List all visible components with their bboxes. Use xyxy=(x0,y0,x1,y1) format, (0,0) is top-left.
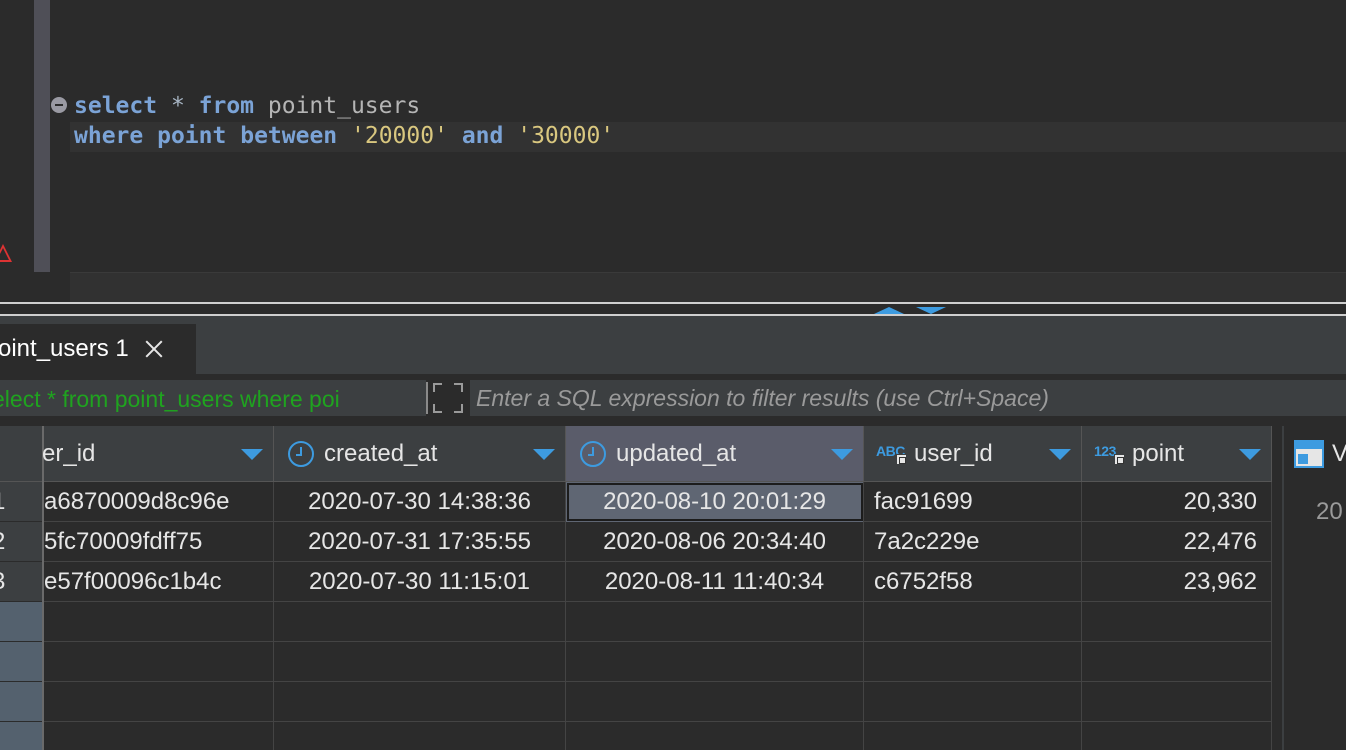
column-header-label: updated_at xyxy=(616,439,737,467)
grid-line xyxy=(565,482,566,750)
filter-bar: elect * from point_users where poi xyxy=(0,374,1346,422)
column-header-label: user_id xyxy=(914,439,993,467)
table-row[interactable]: e57f00096c1b4c 2020-07-30 11:15:01 2020-… xyxy=(44,562,1272,602)
row-number-header[interactable] xyxy=(0,426,42,482)
row-number-empty xyxy=(0,682,42,722)
cell-point[interactable]: 22,476 xyxy=(1082,522,1272,562)
column-header-label: er_id xyxy=(42,439,96,467)
column-identifier: point xyxy=(157,123,227,149)
empty-row xyxy=(44,642,1272,682)
sort-dropdown-icon[interactable] xyxy=(241,449,263,460)
value-panel-title: V xyxy=(1332,440,1346,467)
grid-line xyxy=(863,482,864,750)
keyword: where xyxy=(74,123,144,149)
cell-user-id[interactable]: c6752f58 xyxy=(864,562,1082,602)
cell-created-at[interactable]: 2020-07-31 17:35:55 xyxy=(274,522,566,562)
row-number[interactable]: 2 xyxy=(0,522,42,562)
keyword: select xyxy=(74,93,158,119)
sort-dropdown-icon[interactable] xyxy=(1049,449,1071,460)
string-type-icon: ABC xyxy=(876,441,910,467)
cell-id[interactable]: 5fc70009fdff75 xyxy=(44,522,274,562)
row-number-empty xyxy=(0,642,42,682)
column-header-updated-at[interactable]: updated_at xyxy=(566,426,864,482)
maximize-editor-arrow-icon[interactable] xyxy=(874,307,904,314)
row-number[interactable]: 1 xyxy=(0,482,42,522)
cell-updated-at[interactable]: 2020-08-06 20:34:40 xyxy=(566,522,864,562)
cell-updated-at-selected[interactable]: 2020-08-10 20:01:29 xyxy=(566,482,864,522)
query-text-box[interactable]: elect * from point_users where poi xyxy=(0,380,426,416)
empty-row xyxy=(44,722,1272,750)
cell-id[interactable]: a6870009d8c96e xyxy=(44,482,274,522)
table-row[interactable]: a6870009d8c96e 2020-07-30 14:38:36 2020-… xyxy=(44,482,1272,522)
grid-line xyxy=(273,482,274,750)
sort-dropdown-icon[interactable] xyxy=(1239,449,1261,460)
string-literal: '20000' xyxy=(351,123,448,149)
sort-dropdown-icon[interactable] xyxy=(533,449,555,460)
panel-splitter[interactable] xyxy=(0,302,1346,316)
operator: * xyxy=(157,93,199,119)
cell-user-id[interactable]: 7a2c229e xyxy=(864,522,1082,562)
value-panel-header: V xyxy=(1284,426,1346,482)
table-identifier: point_users xyxy=(254,93,421,119)
cell-updated-at[interactable]: 2020-08-11 11:40:34 xyxy=(566,562,864,602)
cell-point[interactable]: 20,330 xyxy=(1082,482,1272,522)
sort-dropdown-icon[interactable] xyxy=(831,449,853,460)
grid-line xyxy=(1271,482,1272,750)
row-number-empty xyxy=(0,602,42,642)
keyword: between xyxy=(240,123,338,149)
warning-icon xyxy=(0,244,12,262)
tab-results[interactable]: oint_users 1 xyxy=(0,324,196,374)
column-header-user-id[interactable]: ABC user_id xyxy=(864,426,1082,482)
cell-point[interactable]: 23,962 xyxy=(1082,562,1272,602)
result-grid[interactable]: 1 2 3 er_id created_at updated_at ABC us… xyxy=(0,426,1272,750)
table-row[interactable]: 5fc70009fdff75 2020-07-31 17:35:55 2020-… xyxy=(44,522,1272,562)
row-number-empty xyxy=(0,722,42,750)
column-header-point[interactable]: 123 point xyxy=(1082,426,1272,482)
keyword: and xyxy=(461,123,504,149)
string-literal: '30000' xyxy=(517,123,615,149)
divider xyxy=(426,382,428,414)
editor-gutter xyxy=(34,0,50,272)
code-line-1[interactable]: select * from point_users xyxy=(74,91,420,121)
cell-created-at[interactable]: 2020-07-30 11:15:01 xyxy=(274,562,566,602)
value-viewer-panel[interactable]: V 20 xyxy=(1282,426,1346,750)
column-header-created-at[interactable]: created_at xyxy=(274,426,566,482)
empty-row xyxy=(44,602,1272,642)
filter-input[interactable] xyxy=(470,380,1346,416)
code-line-2[interactable]: where point between '20000' and '30000' xyxy=(74,121,614,151)
sql-editor[interactable]: select * from point_users where point be… xyxy=(0,0,1346,302)
row-number-column: 1 2 3 xyxy=(0,426,44,750)
row-number[interactable]: 3 xyxy=(0,562,42,602)
expand-icon[interactable] xyxy=(433,383,463,413)
keyword: from xyxy=(198,93,255,119)
column-header-label: created_at xyxy=(324,439,438,467)
maximize-results-arrow-icon[interactable] xyxy=(916,307,946,314)
number-type-icon: 123 xyxy=(1094,441,1128,467)
clock-icon xyxy=(580,440,606,467)
tab-label: oint_users 1 xyxy=(0,335,129,362)
grid-line xyxy=(1081,482,1082,750)
results-tab-bar: oint_users 1 xyxy=(0,316,1346,374)
column-header-label: point xyxy=(1132,439,1185,467)
column-header-id[interactable]: er_id xyxy=(42,426,274,482)
cell-user-id[interactable]: fac91699 xyxy=(864,482,1082,522)
empty-row xyxy=(44,682,1272,722)
value-panel-content: 20 xyxy=(1316,498,1343,525)
editor-horizontal-scrollbar[interactable] xyxy=(70,272,1346,302)
query-text: elect * from point_users where poi xyxy=(0,386,340,412)
close-icon[interactable] xyxy=(143,338,165,360)
cell-created-at[interactable]: 2020-07-30 14:38:36 xyxy=(274,482,566,522)
cell-id[interactable]: e57f00096c1b4c xyxy=(44,562,274,602)
fold-collapse-icon[interactable] xyxy=(51,97,67,113)
panel-icon xyxy=(1294,440,1324,468)
clock-icon xyxy=(288,440,314,467)
